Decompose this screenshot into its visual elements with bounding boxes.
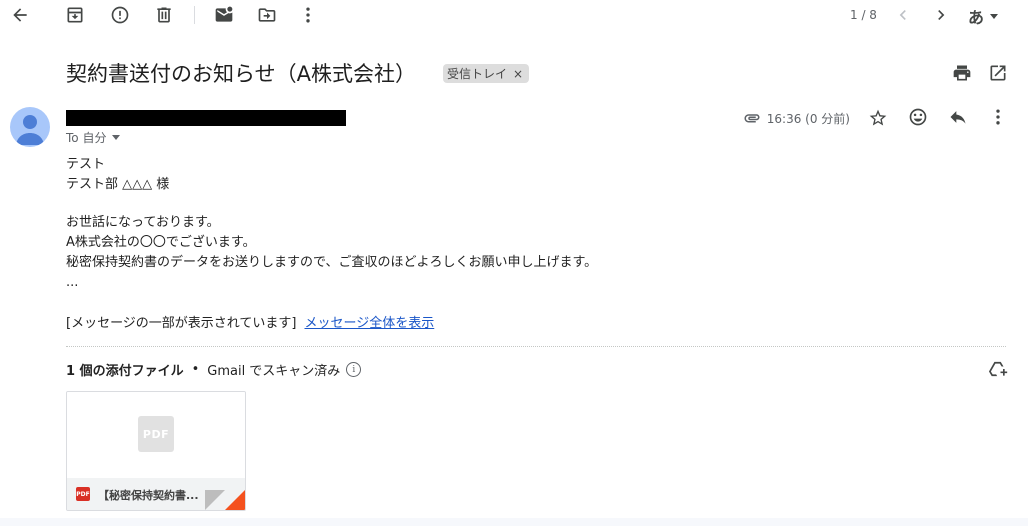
back-arrow-icon[interactable] (6, 1, 34, 29)
truncated-notice: [メッセージの一部が表示されています] メッセージ全体を表示 (66, 312, 434, 331)
message-body: テスト テスト部 △△△ 様 お世話になっております。 A株式会社の〇〇でござい… (66, 155, 597, 293)
message-time: 16:36 (0 分前) (766, 111, 850, 126)
move-to-icon[interactable] (253, 1, 281, 29)
newer-chevron-icon[interactable] (889, 1, 917, 29)
mark-unread-icon[interactable] (210, 1, 238, 29)
report-spam-icon[interactable] (106, 1, 134, 29)
archive-icon[interactable] (61, 1, 89, 29)
remove-label-icon[interactable]: × (513, 67, 523, 81)
page-fold-corner (225, 490, 245, 510)
recipient-details-toggle[interactable]: To 自分 (66, 129, 121, 146)
delete-icon[interactable] (150, 1, 178, 29)
email-subject: 契約書送付のお知らせ（A株式会社） (66, 62, 416, 86)
more-vert-icon[interactable] (294, 1, 322, 29)
pdf-file-icon: PDF (138, 416, 174, 452)
attachment-card[interactable]: PDF PDF 【秘密保持契約書... (66, 391, 246, 511)
body-line: テスト部 △△△ 様 (66, 177, 170, 192)
body-line: ... (66, 275, 79, 290)
add-to-drive-icon[interactable] (984, 355, 1012, 383)
person-icon (16, 115, 44, 145)
message-meta: 16:36 (0 分前) (743, 109, 850, 127)
pager-count: 1 / 8 (850, 8, 877, 22)
show-full-message-link[interactable]: メッセージ全体を表示 (305, 316, 435, 331)
sender-name-redacted (66, 110, 346, 126)
attachment-file-name: 【秘密保持契約書... (98, 489, 199, 502)
toolbar-divider (194, 6, 195, 24)
truncated-text: [メッセージの一部が表示されています] (66, 316, 297, 331)
input-tools-label: あ (968, 8, 985, 27)
scan-status: Gmail でスキャン済み (207, 364, 341, 379)
pdf-small-icon: PDF (76, 487, 90, 501)
info-icon[interactable]: i (346, 362, 362, 377)
bottom-strip (0, 518, 1028, 526)
attachment-clip-icon (744, 114, 760, 123)
inbox-label-chip[interactable]: 受信トレイ × (443, 64, 530, 83)
body-line: お世話になっております。 (66, 215, 220, 230)
chevron-down-icon (990, 13, 999, 19)
print-icon[interactable] (948, 59, 976, 87)
page-fold-shadow (205, 490, 225, 510)
emoji-reaction-icon[interactable] (904, 103, 932, 131)
star-icon[interactable] (864, 104, 892, 132)
body-line: A株式会社の〇〇でございます。 (66, 235, 256, 250)
open-in-new-window-icon[interactable] (984, 59, 1012, 87)
attachments-header: 1 個の添付ファイル • Gmail でスキャン済み i (66, 360, 362, 379)
older-chevron-icon[interactable] (927, 1, 955, 29)
label-text: 受信トレイ (447, 67, 508, 81)
reply-icon[interactable] (944, 103, 972, 131)
attachments-divider (66, 346, 1006, 347)
body-line: 秘密保持契約書のデータをお送りしますので、ご査収のほどよろしくお願い申し上げます… (66, 255, 598, 270)
attachment-count: 1 個の添付ファイル (66, 364, 184, 379)
message-more-vert-icon[interactable] (984, 103, 1012, 131)
input-tools-button[interactable]: あ (968, 4, 999, 28)
avatar[interactable] (10, 107, 50, 147)
body-line: テスト (66, 157, 106, 172)
recipient-text: To 自分 (66, 131, 107, 145)
chevron-down-icon (112, 135, 121, 140)
separator-dot: • (191, 362, 200, 377)
